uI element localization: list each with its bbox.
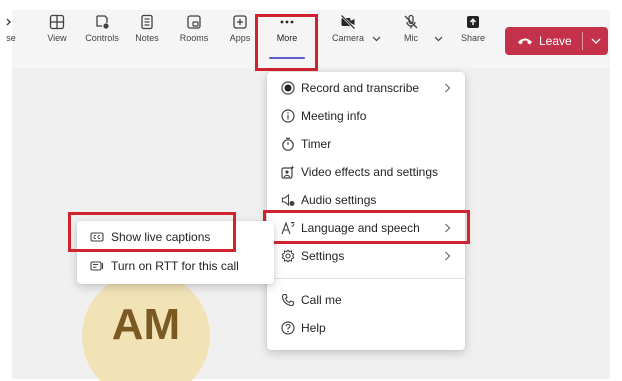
menu-item-label: Call me — [301, 293, 342, 307]
menu-item-call-me[interactable]: Call me — [267, 286, 465, 314]
notes-button[interactable]: Notes — [132, 14, 162, 58]
audio-settings-icon — [281, 193, 295, 207]
leave-button[interactable]: Leave — [505, 27, 608, 55]
mic-options-chevron-icon[interactable] — [434, 36, 443, 42]
menu-item-label: Turn on RTT for this call — [111, 259, 239, 273]
menu-item-label: Help — [301, 321, 326, 335]
leave-options[interactable] — [583, 38, 608, 44]
menu-item-meeting-info[interactable]: Meeting info — [267, 102, 465, 130]
menu-divider — [267, 278, 465, 279]
partial-icon — [6, 18, 11, 26]
phone-icon — [281, 293, 295, 307]
camera-off-icon — [340, 14, 356, 30]
menu-item-label: Meeting info — [301, 109, 367, 123]
hang-up-phone-icon — [518, 38, 532, 45]
menu-item-turn-on-rtt[interactable]: Turn on RTT for this call — [77, 252, 274, 280]
apps-plus-icon — [233, 15, 247, 29]
menu-item-label: Video effects and settings — [301, 165, 438, 179]
leave-label: Leave — [539, 34, 572, 48]
chevron-right-icon — [445, 251, 451, 261]
captions-highlight-box — [68, 212, 236, 252]
mic-off-icon — [404, 14, 418, 29]
camera-label: Camera — [331, 33, 364, 43]
camera-button[interactable]: Camera — [330, 14, 366, 58]
view-label: View — [47, 33, 67, 43]
menu-item-label: Settings — [301, 249, 345, 263]
share-icon — [467, 16, 479, 28]
settings-gear-icon — [281, 249, 295, 263]
record-icon — [281, 81, 295, 95]
rooms-label: Rooms — [179, 33, 209, 43]
grid-icon — [49, 14, 65, 30]
leave-main[interactable]: Leave — [505, 27, 582, 55]
toolbar-item-partial[interactable]: se — [0, 14, 22, 58]
toolbar-item-label: se — [6, 33, 16, 43]
language-highlight-box — [263, 210, 470, 244]
controls-label: Controls — [85, 33, 119, 43]
menu-item-settings[interactable]: Settings — [267, 242, 465, 270]
menu-item-video-effects[interactable]: Video effects and settings — [267, 158, 465, 186]
menu-item-label: Timer — [301, 137, 332, 151]
chevron-right-icon — [445, 83, 451, 93]
avatar-initials: AM — [111, 300, 181, 349]
notes-icon — [141, 14, 153, 30]
menu-item-help[interactable]: Help — [267, 314, 465, 342]
rtt-icon — [90, 259, 104, 273]
chevron-down-icon — [591, 38, 600, 44]
share-label: Share — [460, 33, 486, 43]
menu-item-label: Audio settings — [301, 193, 377, 207]
rooms-icon — [187, 15, 201, 29]
apps-label: Apps — [229, 33, 251, 43]
info-icon — [281, 109, 295, 123]
mic-label: Mic — [404, 33, 418, 43]
mic-button[interactable]: Mic — [400, 14, 422, 58]
timer-icon — [281, 137, 295, 151]
help-icon — [281, 321, 295, 335]
share-button[interactable]: Share — [458, 14, 488, 58]
apps-button[interactable]: Apps — [226, 14, 254, 58]
controls-icon — [96, 15, 109, 29]
view-button[interactable]: View — [40, 14, 74, 58]
menu-item-label: Record and transcribe — [301, 81, 420, 95]
menu-item-timer[interactable]: Timer — [267, 130, 465, 158]
rooms-button[interactable]: Rooms — [176, 14, 212, 58]
camera-options-chevron-icon[interactable] — [372, 36, 381, 42]
menu-item-record-and-transcribe[interactable]: Record and transcribe — [267, 74, 465, 102]
more-highlight-box — [255, 14, 318, 71]
notes-label: Notes — [135, 33, 159, 43]
video-effects-icon — [281, 165, 295, 179]
controls-button[interactable]: Controls — [81, 14, 123, 58]
